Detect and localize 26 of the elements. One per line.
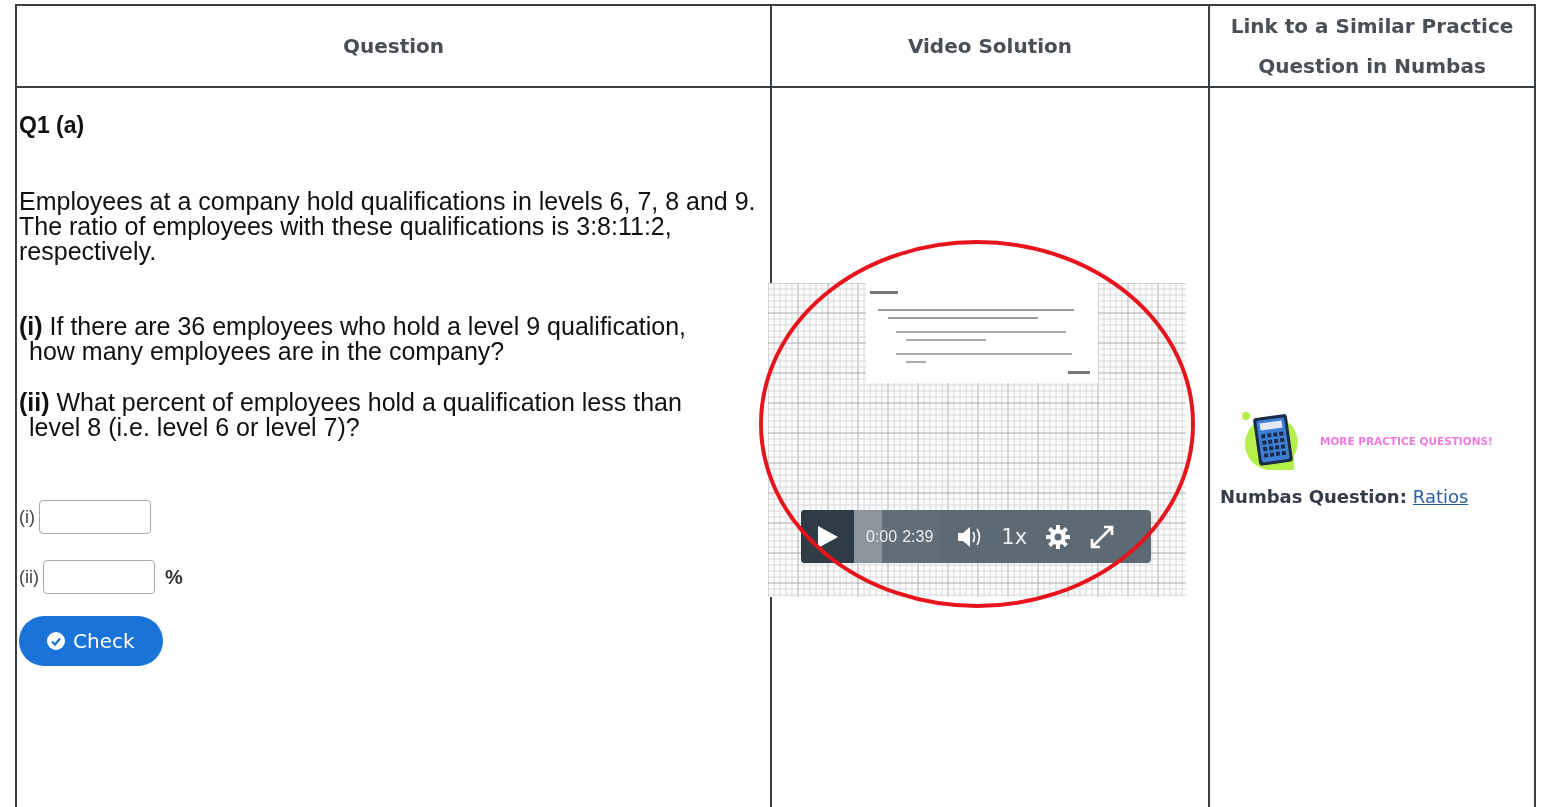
practice-link[interactable]: Ratios [1412, 486, 1469, 507]
question-part: (ii) What percent of employees hold a qualification less than level 8 (i.e. level 6 or level 7)? [19, 390, 683, 440]
check-icon [47, 632, 65, 650]
settings-icon [1045, 523, 1072, 550]
unit-label: % [165, 565, 183, 589]
question-part: (i) If there are 36 employees who hold a level 9 qualification, how many employees are in the company? [19, 314, 688, 364]
fullscreen-icon [1089, 523, 1116, 550]
fullscreen-button[interactable] [1089, 523, 1116, 550]
answer-field[interactable] [43, 560, 155, 594]
column-header: Video Solution [772, 6, 1210, 88]
duration-time: 2:39 [902, 527, 934, 546]
question-text: Employees at a company hold qualifications in levels 6, 7, 8 and 9. The ratio of employees with these qualifications is 3:8:11:2, respectively. [19, 189, 757, 264]
column-header: Link to a Similar Practice Question in Numbas [1210, 6, 1534, 88]
banner-text: MORE PRACTICE QUESTIONS! [1320, 435, 1493, 447]
question-title: Q1 (a) [19, 112, 86, 139]
answer-field[interactable] [39, 500, 151, 534]
play-icon [817, 525, 838, 548]
answer-label: (i) [19, 506, 35, 528]
column-header: Question [17, 6, 772, 88]
answer-label: (ii) [19, 566, 39, 588]
link-label: Numbas Question: [1220, 486, 1407, 507]
settings-button[interactable] [1045, 523, 1072, 550]
check-button[interactable]: Check [19, 616, 163, 666]
speed-button[interactable]: 1x [1001, 524, 1028, 549]
elapsed-time: 0:00 [866, 527, 898, 546]
play-button[interactable] [801, 510, 854, 563]
